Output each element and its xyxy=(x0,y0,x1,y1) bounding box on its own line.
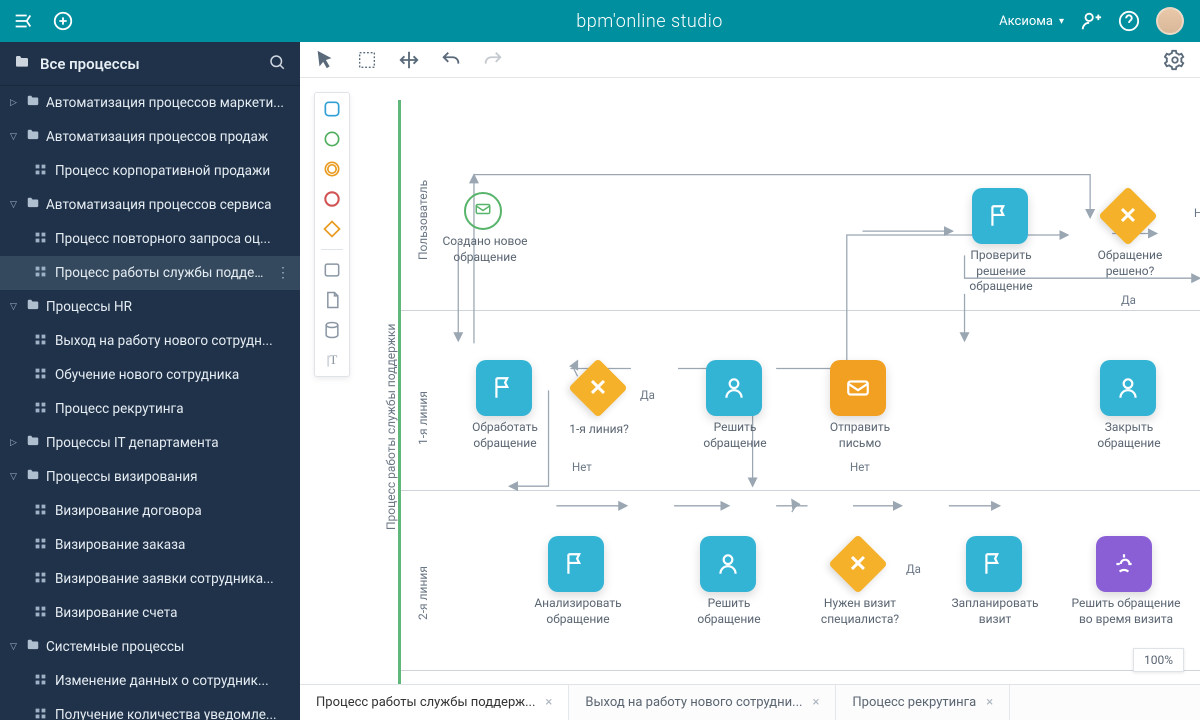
tree-item[interactable]: Обучение нового сотрудника xyxy=(0,358,300,392)
lasso-tool-icon[interactable] xyxy=(356,49,378,71)
node-close-label: Закрыть обращение xyxy=(1080,420,1178,451)
node-send-mail-label: Отправить письмо xyxy=(814,420,906,451)
gate-solved-label: Обращение решено? xyxy=(1078,248,1182,279)
settings-icon[interactable] xyxy=(1164,49,1186,71)
node-close[interactable] xyxy=(1100,360,1156,416)
tree-group[interactable]: ▽Автоматизация процессов продаж xyxy=(0,120,300,154)
undo-icon[interactable] xyxy=(440,49,462,71)
canvas[interactable]: |T Процесс работы службы поддержки Польз… xyxy=(300,78,1200,684)
tree-item[interactable]: Процесс корпоративной продажи xyxy=(0,154,300,188)
node-solve-2-label: Решить обращение xyxy=(680,596,778,627)
redo-icon[interactable] xyxy=(482,49,504,71)
node-check-label: Проверить решение обращение xyxy=(948,248,1054,295)
envelope-icon xyxy=(474,200,492,222)
tree-item[interactable]: Изменение данных о сотрудник... xyxy=(0,664,300,698)
tree-item[interactable]: Процесс повторного запроса оц... xyxy=(0,222,300,256)
process-tree: ▷Автоматизация процессов маркети...▽Авто… xyxy=(0,86,300,720)
start-event[interactable] xyxy=(464,192,502,230)
tree-item[interactable]: Визирование счета xyxy=(0,596,300,630)
pool-title: Процесс работы службы поддержки xyxy=(384,324,398,530)
node-process-request-label: Обработать обращение xyxy=(454,420,556,451)
close-icon[interactable]: × xyxy=(545,695,552,710)
gate-first-line[interactable]: ✕ xyxy=(570,360,626,416)
tree-item[interactable]: Выход на работу нового сотрудн... xyxy=(0,324,300,358)
edge-label-yes3: Да xyxy=(1121,293,1136,307)
tree-item[interactable]: Визирование заказа xyxy=(0,528,300,562)
node-plan-visit[interactable] xyxy=(966,536,1022,592)
canvas-toolbar xyxy=(300,42,1200,78)
edge-label-no3: Н xyxy=(1194,206,1200,220)
tree-group[interactable]: ▽Автоматизация процессов сервиса xyxy=(0,188,300,222)
close-icon[interactable]: × xyxy=(812,695,819,710)
node-solve-2[interactable] xyxy=(700,536,756,592)
help-icon[interactable] xyxy=(1118,10,1140,32)
element-palette: |T xyxy=(314,92,350,377)
edge-label-no1: Нет xyxy=(572,460,592,474)
close-icon[interactable]: × xyxy=(986,695,993,710)
sidebar-title: Все процессы xyxy=(40,55,258,73)
open-tabs: Процесс работы службы поддерж...×Выход н… xyxy=(300,684,1200,720)
canvas-area: |T Процесс работы службы поддержки Польз… xyxy=(300,42,1200,720)
gate-solved[interactable]: ✕ xyxy=(1100,188,1156,244)
node-solve-visit[interactable] xyxy=(1096,536,1152,592)
tree-group[interactable]: ▷Автоматизация процессов маркети... xyxy=(0,86,300,120)
tree-group[interactable]: ▽Системные процессы xyxy=(0,630,300,664)
user-menu[interactable]: Аксиома ▾ xyxy=(999,14,1064,29)
node-solve-1[interactable] xyxy=(706,360,762,416)
palette-datastore-icon[interactable] xyxy=(322,320,342,340)
palette-task-icon[interactable] xyxy=(322,260,342,280)
edge-label-no2: Нет xyxy=(850,460,870,474)
edge-label-yes2: Да xyxy=(906,562,921,576)
node-solve-1-label: Решить обращение xyxy=(686,420,784,451)
palette-intermediate-event-icon[interactable] xyxy=(322,129,342,149)
edge-label-yes1: Да xyxy=(640,388,655,402)
tree-group[interactable]: ▷Процессы IT департамента xyxy=(0,426,300,460)
node-analyze-label: Анализировать обращение xyxy=(524,596,632,627)
gate-first-line-label: 1-я линия? xyxy=(562,422,636,438)
search-icon[interactable] xyxy=(268,53,286,75)
gate-visit-label: Нужен визит специалиста? xyxy=(806,596,914,627)
sidebar: Все процессы ▷Автоматизация процессов ма… xyxy=(0,42,300,720)
palette-start-event-icon[interactable] xyxy=(322,99,342,119)
tab[interactable]: Процесс рекрутинга× xyxy=(836,685,1010,720)
chevron-down-icon: ▾ xyxy=(1059,16,1064,27)
lane-3-title: 2-я линия xyxy=(416,566,430,620)
avatar[interactable] xyxy=(1156,7,1184,35)
tree-group[interactable]: ▽Процессы HR xyxy=(0,290,300,324)
node-process-request[interactable] xyxy=(476,360,532,416)
node-analyze[interactable] xyxy=(548,536,604,592)
tree-item[interactable]: Процесс рекрутинга xyxy=(0,392,300,426)
add-icon[interactable] xyxy=(52,10,74,32)
lane-2-title: 1-я линия xyxy=(416,391,430,445)
zoom-level[interactable]: 100% xyxy=(1133,648,1184,672)
tab[interactable]: Процесс работы службы поддерж...× xyxy=(300,685,569,720)
palette-gateway-icon[interactable] xyxy=(322,219,342,239)
invite-user-icon[interactable] xyxy=(1080,10,1102,32)
pointer-tool-icon[interactable] xyxy=(314,49,336,71)
palette-text-icon[interactable]: |T xyxy=(322,350,342,370)
start-event-label: Создано новое обращение xyxy=(434,234,536,265)
folder-icon xyxy=(14,54,30,74)
tab[interactable]: Выход на работу нового сотрудни...× xyxy=(569,685,836,720)
palette-document-icon[interactable] xyxy=(322,290,342,310)
user-name: Аксиома xyxy=(999,14,1053,29)
node-check[interactable] xyxy=(972,188,1028,244)
palette-end-event-icon[interactable] xyxy=(322,189,342,209)
node-solve-visit-label: Решить обращение во время визита xyxy=(1068,596,1184,627)
pan-tool-icon[interactable] xyxy=(398,49,420,71)
node-send-mail[interactable] xyxy=(830,360,886,416)
palette-boundary-event-icon[interactable] xyxy=(322,159,342,179)
lane-1-title: Пользователь xyxy=(416,180,430,260)
menu-collapse-icon[interactable] xyxy=(12,10,34,32)
tree-item[interactable]: Получение количества уведомле... xyxy=(0,698,300,720)
top-bar: bpm'online studio Аксиома ▾ xyxy=(0,0,1200,42)
node-plan-visit-label: Запланировать визит xyxy=(936,596,1054,627)
app-title: bpm'online studio xyxy=(300,11,999,32)
tree-group[interactable]: ▽Процессы визирования xyxy=(0,460,300,494)
tree-item[interactable]: Процесс работы службы поддерж...⋮ xyxy=(0,256,300,290)
tree-item[interactable]: Визирование заявки сотрудника... xyxy=(0,562,300,596)
gate-visit[interactable]: ✕ xyxy=(830,536,886,592)
tree-item[interactable]: Визирование договора xyxy=(0,494,300,528)
